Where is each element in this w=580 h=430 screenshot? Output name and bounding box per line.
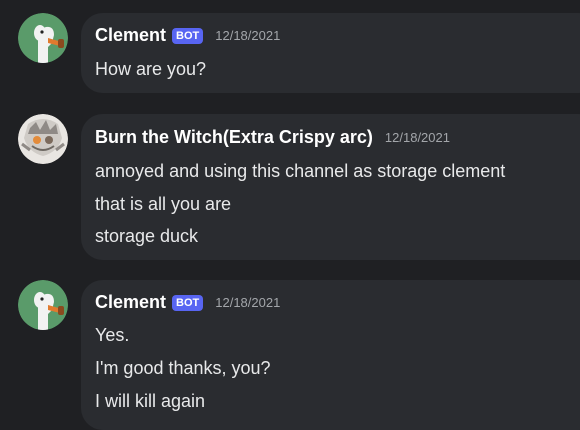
- timestamp: 12/18/2021: [215, 295, 281, 310]
- bot-badge: BOT: [172, 294, 204, 311]
- message-text: Yes.: [95, 325, 130, 345]
- message-text: I'm good thanks, you?: [95, 358, 271, 378]
- goose-avatar[interactable]: [18, 280, 68, 330]
- message: Clement BOT 12/18/2021 Yes. I'm good tha…: [0, 0, 580, 430]
- message-text: I will kill again: [95, 391, 206, 411]
- username[interactable]: Clement: [95, 292, 166, 313]
- chat-log: Clement BOT 12/18/2021 How are you? Burn…: [0, 0, 580, 430]
- message-header: Clement BOT 12/18/2021: [95, 292, 280, 313]
- message-bubble: Clement BOT 12/18/2021 Yes. I'm good tha…: [81, 280, 580, 430]
